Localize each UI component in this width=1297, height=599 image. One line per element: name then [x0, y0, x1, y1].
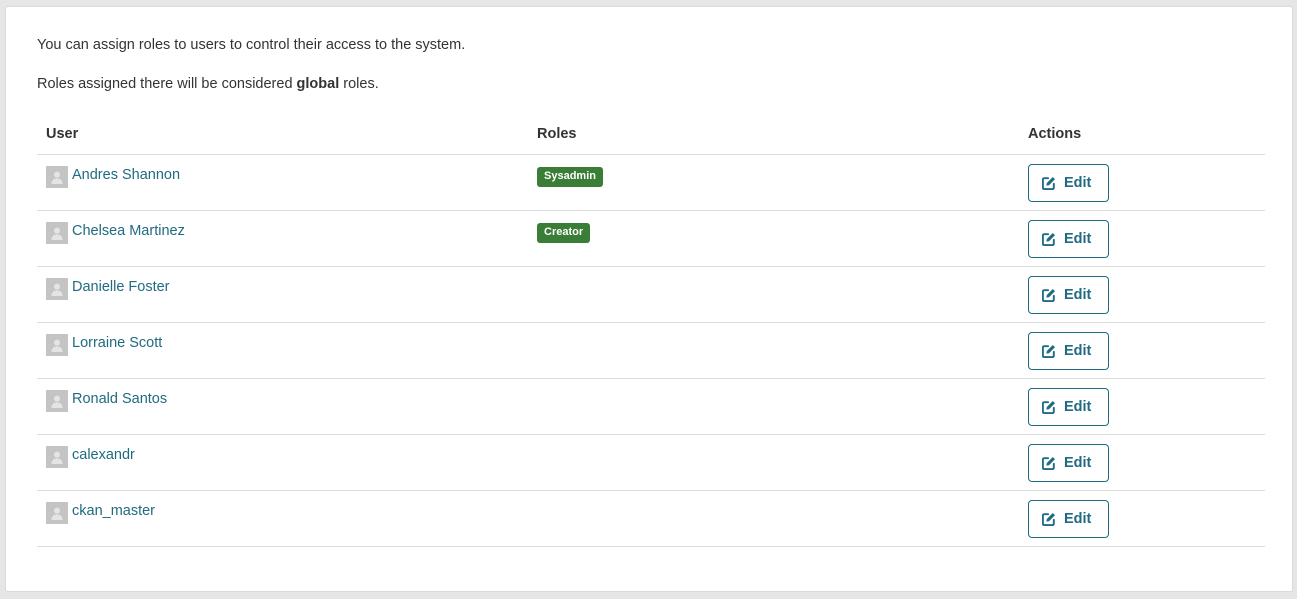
edit-button[interactable]: Edit	[1028, 444, 1109, 482]
pencil-square-icon	[1042, 513, 1055, 526]
user-silhouette-icon	[51, 451, 63, 464]
roles-cell	[528, 490, 1019, 547]
role-badge: Sysadmin	[537, 167, 603, 187]
user-cell: Ronald Santos	[37, 378, 528, 435]
table-row: Ronald Santos Edit	[37, 378, 1265, 435]
table-row: ckan_master Edit	[37, 490, 1265, 547]
pencil-square-icon	[1042, 177, 1055, 190]
avatar	[46, 334, 68, 356]
user-info: ckan_master	[46, 491, 519, 524]
edit-button-label: Edit	[1064, 231, 1092, 247]
table-row: calexandr Edit	[37, 434, 1265, 491]
edit-button[interactable]: Edit	[1028, 220, 1109, 258]
table-row: Chelsea Martinez Creator Edit	[37, 210, 1265, 267]
avatar	[46, 390, 68, 412]
pencil-square-icon	[1042, 457, 1055, 470]
avatar	[46, 166, 68, 188]
user-name-link[interactable]: Ronald Santos	[72, 391, 167, 407]
user-cell: ckan_master	[37, 490, 528, 547]
user-cell: Danielle Foster	[37, 266, 528, 323]
actions-cell: Edit	[1019, 434, 1265, 491]
roles-cell	[528, 266, 1019, 323]
user-name-link[interactable]: ckan_master	[72, 503, 155, 519]
user-info: Danielle Foster	[46, 267, 519, 300]
header-roles: Roles	[528, 114, 1019, 155]
user-name-link[interactable]: Andres Shannon	[72, 167, 180, 183]
avatar	[46, 222, 68, 244]
roles-cell	[528, 434, 1019, 491]
header-actions: Actions	[1019, 114, 1265, 155]
edit-button-label: Edit	[1064, 343, 1092, 359]
actions-cell: Edit	[1019, 490, 1265, 547]
user-info: Lorraine Scott	[46, 323, 519, 356]
actions-cell: Edit	[1019, 210, 1265, 267]
user-silhouette-icon	[51, 339, 63, 352]
avatar	[46, 502, 68, 524]
intro-text-1: You can assign roles to users to control…	[37, 37, 466, 53]
avatar	[46, 446, 68, 468]
user-silhouette-icon	[51, 227, 63, 240]
role-badge: Creator	[537, 223, 591, 243]
user-silhouette-icon	[51, 283, 63, 296]
user-cell: Lorraine Scott	[37, 322, 528, 379]
edit-button-label: Edit	[1064, 455, 1092, 471]
intro-text-2: Roles assigned there will be considered …	[37, 74, 379, 94]
header-user: User	[37, 114, 528, 155]
roles-cell	[528, 322, 1019, 379]
table-header-row: User Roles Actions	[37, 114, 1265, 155]
edit-button-label: Edit	[1064, 287, 1092, 303]
edit-button-label: Edit	[1064, 511, 1092, 527]
edit-button[interactable]: Edit	[1028, 388, 1109, 426]
edit-button[interactable]: Edit	[1028, 276, 1109, 314]
user-info: calexandr	[46, 435, 519, 468]
roles-cell: Creator	[528, 210, 1019, 267]
user-silhouette-icon	[51, 507, 63, 520]
users-roles-table: User Roles Actions Andres Shannon Sysadm…	[37, 114, 1265, 547]
edit-button-label: Edit	[1064, 175, 1092, 191]
table-row: Andres Shannon Sysadmin Edit	[37, 154, 1265, 211]
actions-cell: Edit	[1019, 266, 1265, 323]
intro-text-2-suffix: roles.	[339, 76, 379, 92]
user-cell: Chelsea Martinez	[37, 210, 528, 267]
table-row: Danielle Foster Edit	[37, 266, 1265, 323]
main-panel: You can assign roles to users to control…	[5, 6, 1293, 592]
user-info: Chelsea Martinez	[46, 211, 519, 244]
user-info: Andres Shannon	[46, 155, 519, 188]
pencil-square-icon	[1042, 345, 1055, 358]
roles-cell: Sysadmin	[528, 154, 1019, 211]
edit-button[interactable]: Edit	[1028, 332, 1109, 370]
actions-cell: Edit	[1019, 378, 1265, 435]
user-cell: calexandr	[37, 434, 528, 491]
pencil-square-icon	[1042, 401, 1055, 414]
user-name-link[interactable]: Danielle Foster	[72, 279, 170, 295]
pencil-square-icon	[1042, 233, 1055, 246]
user-name-link[interactable]: calexandr	[72, 447, 135, 463]
edit-button[interactable]: Edit	[1028, 164, 1109, 202]
actions-cell: Edit	[1019, 154, 1265, 211]
actions-cell: Edit	[1019, 322, 1265, 379]
user-silhouette-icon	[51, 171, 63, 184]
intro-text-2-prefix: Roles assigned there will be considered	[37, 76, 297, 92]
edit-button-label: Edit	[1064, 399, 1092, 415]
user-silhouette-icon	[51, 395, 63, 408]
pencil-square-icon	[1042, 289, 1055, 302]
user-cell: Andres Shannon	[37, 154, 528, 211]
avatar	[46, 278, 68, 300]
edit-button[interactable]: Edit	[1028, 500, 1109, 538]
table-row: Lorraine Scott Edit	[37, 322, 1265, 379]
user-info: Ronald Santos	[46, 379, 519, 412]
user-name-link[interactable]: Chelsea Martinez	[72, 223, 185, 239]
roles-cell	[528, 378, 1019, 435]
intro-text-2-bold: global	[296, 76, 340, 92]
user-name-link[interactable]: Lorraine Scott	[72, 335, 162, 351]
